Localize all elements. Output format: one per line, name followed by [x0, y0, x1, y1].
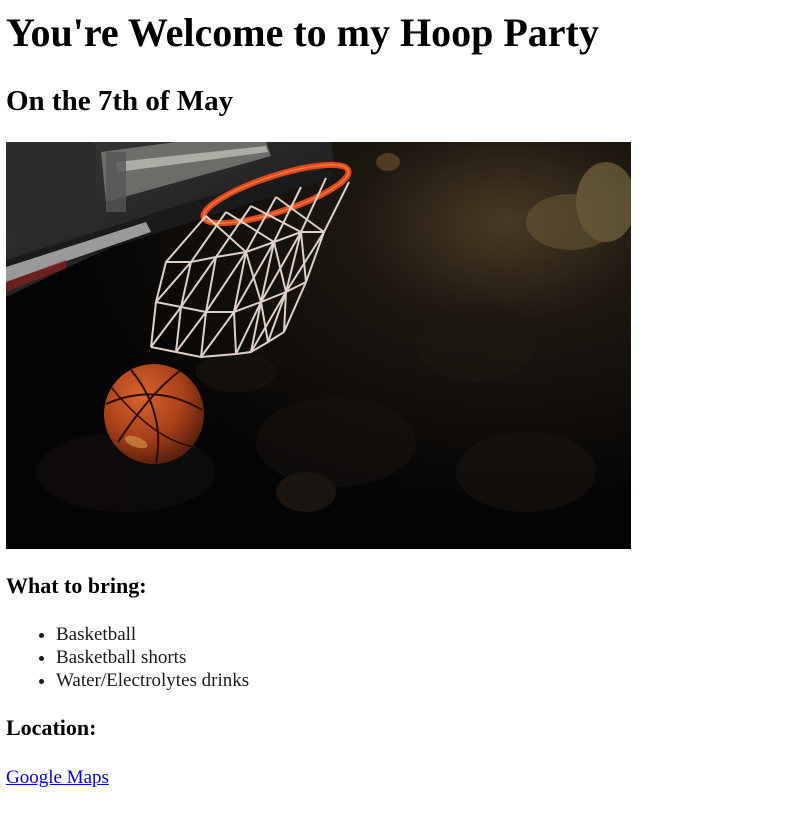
list-item: Basketball: [56, 623, 249, 646]
event-date: On the 7th of May: [6, 85, 234, 117]
basketball-icon: [104, 364, 204, 464]
location-heading: Location:: [6, 715, 97, 740]
list-item: Basketball shorts: [56, 646, 249, 669]
what-to-bring-heading: What to bring:: [6, 573, 147, 598]
basketball-hoop-image: [6, 142, 631, 549]
list-item: Water/Electrolytes drinks: [56, 669, 249, 692]
basketball-hoop-photo: [6, 142, 631, 549]
page-title: You're Welcome to my Hoop Party: [6, 10, 599, 55]
google-maps-link[interactable]: Google Maps: [6, 766, 109, 789]
bring-list: Basketball Basketball shorts Water/Elect…: [6, 623, 249, 692]
